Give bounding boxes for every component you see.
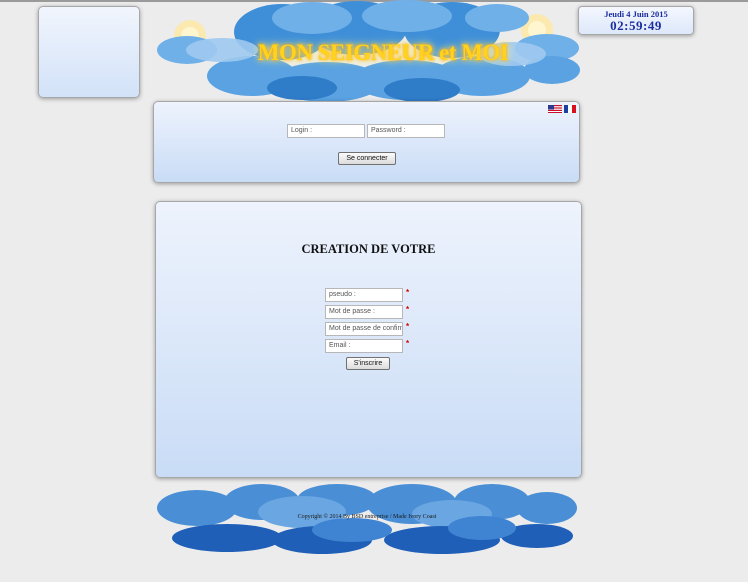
login-input[interactable]: Login : xyxy=(287,124,365,138)
left-side-panel xyxy=(38,6,140,98)
footer: Copyright © 2014 By BSD entreprise / Mad… xyxy=(152,480,582,556)
required-mark: * xyxy=(406,305,410,314)
registration-panel: CREATION DE VOTRE pseudo : * Mot de pass… xyxy=(155,201,582,478)
us-flag-icon[interactable] xyxy=(548,105,562,113)
clock-time: 02:59:49 xyxy=(610,18,662,33)
required-mark: * xyxy=(406,339,410,348)
header-banner: MON SEIGNEUR et MOI xyxy=(152,0,584,104)
register-button[interactable]: S'inscrire xyxy=(346,357,390,370)
login-panel: Login : Password : Se connecter xyxy=(153,101,580,183)
pseudo-input[interactable]: pseudo : xyxy=(325,288,403,302)
email-field[interactable]: Email : xyxy=(325,339,403,353)
copyright-text: Copyright © 2014 By BSD entreprise / Mad… xyxy=(297,514,437,520)
language-selector xyxy=(548,105,576,113)
password-field[interactable]: Mot de passe : xyxy=(325,305,403,319)
site-title: MON SEIGNEUR et MOI xyxy=(257,40,509,65)
date-clock: Jeudi 4 Juin 2015 02:59:49 xyxy=(578,6,694,35)
required-mark: * xyxy=(406,288,410,297)
password-confirm-field[interactable]: Mot de passe de confirmation : xyxy=(325,322,403,336)
fr-flag-icon[interactable] xyxy=(564,105,576,113)
login-button[interactable]: Se connecter xyxy=(338,152,396,165)
registration-title: CREATION DE VOTRE xyxy=(301,242,436,256)
required-mark: * xyxy=(406,322,410,331)
password-input[interactable]: Password : xyxy=(367,124,445,138)
